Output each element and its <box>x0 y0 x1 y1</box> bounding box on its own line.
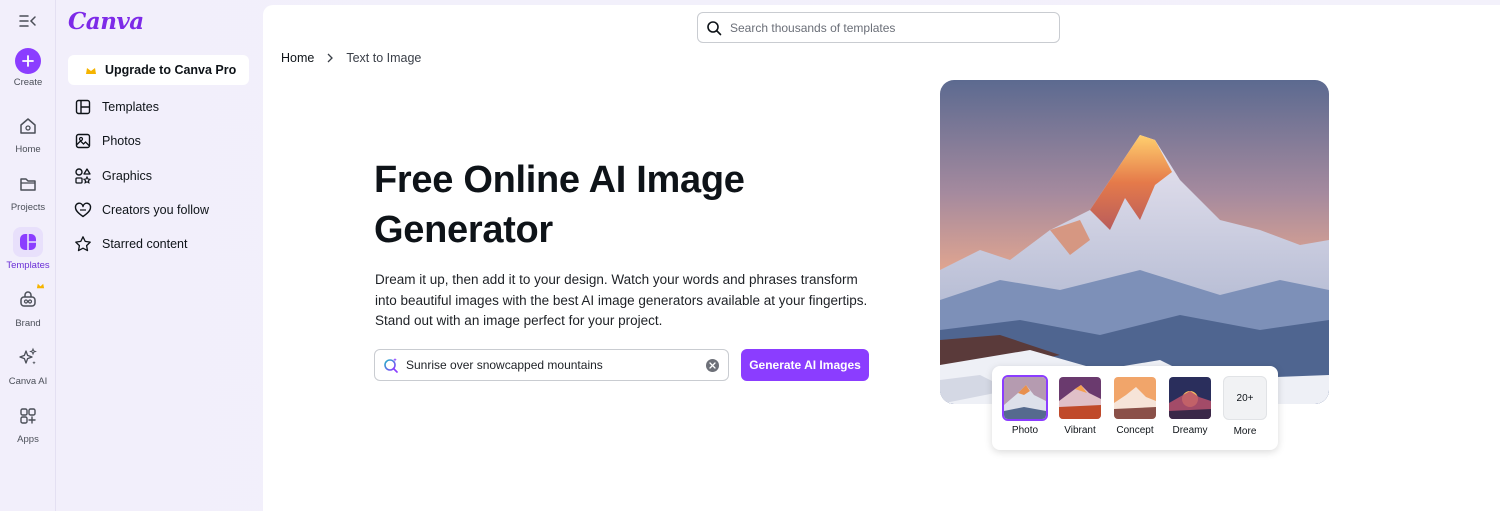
style-label: Concept <box>1116 425 1154 436</box>
sidebar-item-label: Graphics <box>102 169 153 183</box>
ai-search-icon <box>384 358 398 373</box>
sidebar-item-label: Photos <box>102 134 141 148</box>
rail-home[interactable]: Home <box>0 111 56 155</box>
clear-icon[interactable] <box>706 358 719 372</box>
template-search[interactable] <box>697 12 1060 43</box>
rail-brand-label: Brand <box>15 318 41 329</box>
apps-icon <box>13 401 43 431</box>
rail-templates-label: Templates <box>6 260 50 271</box>
sidebar-item-label: Creators you follow <box>102 203 209 217</box>
more-badge: 20+ <box>1223 376 1267 420</box>
prompt-field[interactable]: Sunrise over snowcapped mountains <box>374 349 729 381</box>
rail-canva-ai[interactable]: Canva AI <box>0 343 56 387</box>
breadcrumb-home[interactable]: Home <box>281 51 314 65</box>
folder-icon <box>13 169 43 199</box>
sidebar-item-photos[interactable]: Photos <box>74 130 141 152</box>
style-label: Vibrant <box>1064 425 1096 436</box>
rail-create[interactable]: Create <box>0 48 56 88</box>
canva-logo[interactable]: Canva <box>68 8 144 35</box>
sidebar-item-templates[interactable]: Templates <box>74 96 159 118</box>
sidebar-item-graphics[interactable]: Graphics <box>74 165 152 187</box>
breadcrumb-current: Text to Image <box>346 51 422 65</box>
style-more[interactable]: 20+ More <box>1221 375 1269 437</box>
rail-templates[interactable]: Templates <box>0 227 56 271</box>
rail-apps[interactable]: Apps <box>0 401 56 445</box>
hero-description: Dream it up, then add it to your design.… <box>375 272 868 328</box>
style-photo[interactable]: Photo <box>1001 375 1049 436</box>
prompt-input[interactable]: Sunrise over snowcapped mountains <box>406 358 706 372</box>
sidebar-item-creators[interactable]: Creators you follow <box>74 199 209 221</box>
sidebar-item-label: Starred content <box>102 237 188 251</box>
sidebar-item-label: Templates <box>102 100 159 114</box>
style-dreamy[interactable]: Dreamy <box>1166 375 1214 436</box>
plus-icon <box>15 48 41 74</box>
style-vibrant[interactable]: Vibrant <box>1056 375 1104 436</box>
search-input[interactable] <box>730 20 1050 35</box>
breadcrumb: Home Text to Image <box>281 51 421 65</box>
sidebar: Canva Upgrade to Canva Pro Templates Pho… <box>57 0 262 511</box>
rail-apps-label: Apps <box>17 434 39 445</box>
style-label: Dreamy <box>1172 425 1208 436</box>
main-panel: Home Text to Image Free Online AI ImageG… <box>263 5 1500 511</box>
sidebar-collapse-icon[interactable] <box>17 12 39 30</box>
layout-icon <box>74 98 92 116</box>
rail-brand[interactable]: Brand <box>0 283 56 329</box>
left-rail: Create Home Projects Templates Brand Can… <box>0 0 56 511</box>
star-icon <box>74 235 92 253</box>
rail-home-label: Home <box>15 144 41 155</box>
templates-icon <box>13 227 43 257</box>
chevron-right-icon <box>327 53 334 63</box>
rail-projects-label: Projects <box>10 202 46 213</box>
style-thumbnail <box>1112 375 1158 421</box>
image-icon <box>74 132 92 150</box>
crown-icon <box>86 68 96 74</box>
rail-projects[interactable]: Projects <box>0 169 56 213</box>
hero-mountain-image <box>940 80 1329 404</box>
style-concept[interactable]: Concept <box>1111 375 1159 436</box>
generate-button[interactable]: Generate AI Images <box>741 349 869 381</box>
style-label: Photo <box>1011 425 1039 436</box>
sidebar-item-starred[interactable]: Starred content <box>74 233 187 255</box>
rail-canva-ai-label: Canva AI <box>8 376 48 387</box>
crown-icon <box>36 283 45 289</box>
upgrade-button[interactable]: Upgrade to Canva Pro <box>68 55 249 85</box>
search-icon <box>707 20 722 35</box>
style-thumbnail <box>1002 375 1048 421</box>
style-thumbnail <box>1167 375 1213 421</box>
heart-icon <box>74 201 92 219</box>
home-icon <box>13 111 43 141</box>
sparkle-icon <box>13 343 43 373</box>
style-thumbnail <box>1057 375 1103 421</box>
page-title: Free Online AI Image Generator <box>374 159 745 251</box>
shapes-icon <box>74 167 92 185</box>
style-picker: Photo Vibrant Concept Dreamy 20+ More <box>992 366 1278 450</box>
rail-create-label: Create <box>13 77 43 88</box>
upgrade-label: Upgrade to Canva Pro <box>105 63 237 77</box>
style-label: More <box>1233 426 1257 437</box>
